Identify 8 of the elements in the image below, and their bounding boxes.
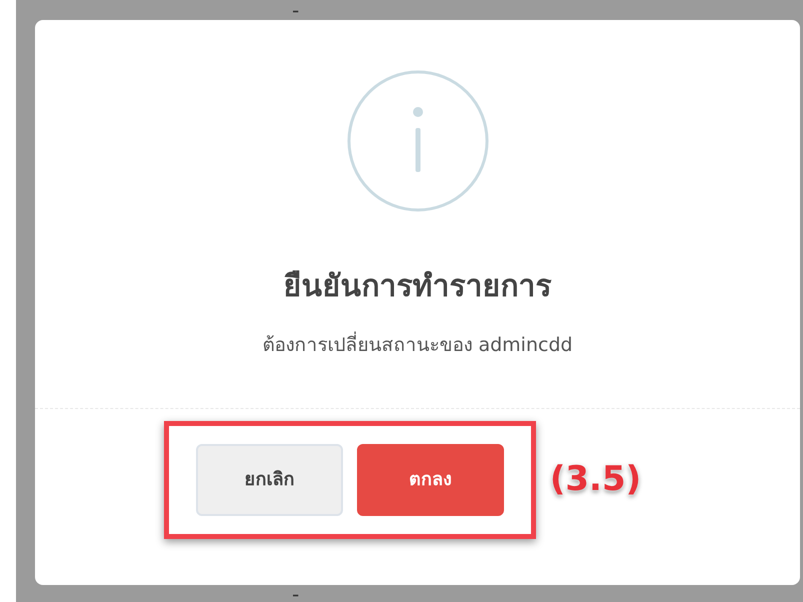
confirm-button[interactable]: ตกลง bbox=[356, 444, 504, 516]
table-cell: - bbox=[292, 0, 300, 20]
cancel-button[interactable]: ยกเลิก bbox=[196, 444, 343, 516]
dialog-message: ต้องการเปลี่ยนสถานะของ admincdd bbox=[262, 331, 573, 360]
annotation-label: (3.5) bbox=[550, 458, 642, 501]
info-icon bbox=[346, 70, 488, 212]
dialog-title: ยืนยันการทำรายการ bbox=[284, 268, 552, 306]
table-cell: - bbox=[292, 584, 300, 602]
